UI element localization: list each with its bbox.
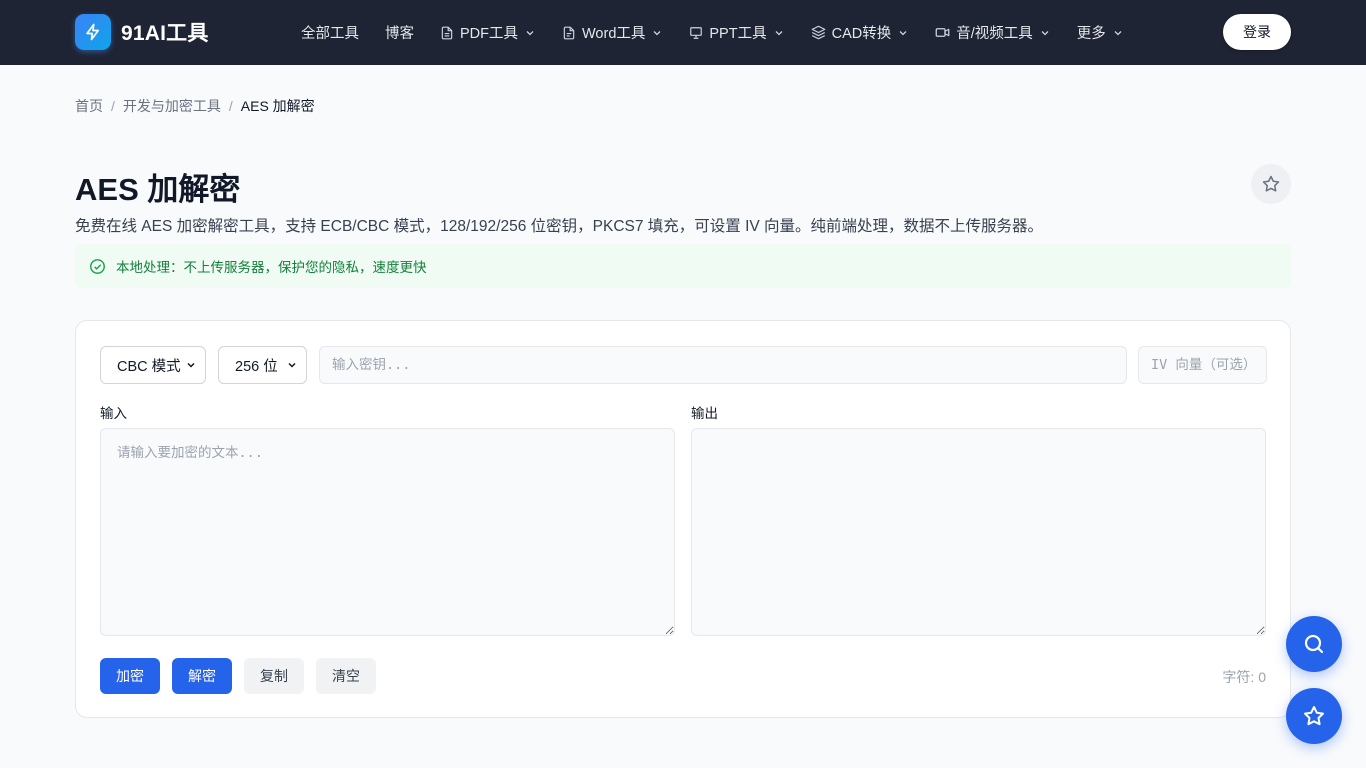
file-text-icon [562,26,576,40]
privacy-notice: 本地处理：不上传服务器，保护您的隐私，速度更快 [75,244,1291,288]
mode-select[interactable]: CBC 模式 [100,346,206,384]
output-textarea[interactable] [691,428,1266,636]
char-count: 字符: 0 [1222,669,1266,685]
nav-blog[interactable]: 博客 [385,22,414,43]
output-label: 输出 [691,406,718,421]
logo-text: 91AI工具 [121,22,209,45]
nav-label: PPT工具 [709,26,767,42]
main-nav: 全部工具 博客 PDF工具 Word工具 PPT工具 CAD转换 音/视频工具 [301,0,1150,65]
aes-tool-card: CBC 模式 256 位 输入 输出 加密 解密 复制 清空 字符: 0 [75,320,1291,718]
nav-ppt-tools[interactable]: PPT工具 [689,22,784,43]
clear-button[interactable]: 清空 [316,658,376,694]
favorite-fab[interactable] [1286,688,1342,744]
breadcrumb-category[interactable]: 开发与加密工具 [123,96,221,116]
login-button[interactable]: 登录 [1223,14,1291,50]
key-size-select[interactable]: 256 位 [218,346,307,384]
nav-label: PDF工具 [460,26,518,42]
chevron-down-icon [651,27,663,39]
chevron-down-icon [524,27,536,39]
nav-label: 音/视频工具 [956,26,1033,42]
copy-button[interactable]: 复制 [244,658,304,694]
layers-icon [811,25,826,40]
search-icon [1302,632,1326,656]
nav-all-tools[interactable]: 全部工具 [301,22,359,43]
nav-more[interactable]: 更多 [1077,22,1124,43]
lightning-icon [75,14,111,50]
video-icon [935,25,950,40]
breadcrumb: 首页 / 开发与加密工具 / AES 加解密 [75,96,315,116]
chevron-down-icon [1039,27,1051,39]
chevron-down-icon [286,359,298,371]
input-textarea[interactable] [100,428,675,636]
chevron-down-icon [1112,27,1124,39]
decrypt-button[interactable]: 解密 [172,658,232,694]
breadcrumb-home[interactable]: 首页 [75,96,103,116]
nav-label: Word工具 [582,26,646,42]
nav-label: CAD转换 [831,26,892,42]
privacy-notice-text: 本地处理：不上传服务器，保护您的隐私，速度更快 [116,260,427,275]
encrypt-button[interactable]: 加密 [100,658,160,694]
breadcrumb-current: AES 加解密 [240,98,315,114]
file-icon [440,26,454,40]
star-icon [1261,174,1281,194]
star-icon [1302,704,1326,728]
nav-cad-convert[interactable]: CAD转换 [811,22,910,43]
favorite-button[interactable] [1251,164,1291,204]
check-circle-icon [89,258,106,275]
page-description: 免费在线 AES 加密解密工具，支持 ECB/CBC 模式，128/192/25… [75,218,1044,235]
iv-input[interactable] [1138,346,1267,384]
breadcrumb-separator: / [228,98,233,114]
logo[interactable]: 91AI工具 [75,14,209,50]
breadcrumb-separator: / [111,98,115,114]
chevron-down-icon [185,359,197,371]
nav-label: 更多 [1076,26,1106,42]
top-navbar: 91AI工具 全部工具 博客 PDF工具 Word工具 PPT工具 CAD转换 [0,0,1366,65]
key-input[interactable] [319,346,1127,384]
chevron-down-icon [773,27,785,39]
presentation-icon [689,26,703,40]
nav-label: 全部工具 [301,26,359,42]
key-size-select-value: 256 位 [235,358,278,375]
nav-label: 博客 [385,26,414,42]
chevron-down-icon [897,27,909,39]
mode-select-value: CBC 模式 [117,358,181,375]
nav-pdf-tools[interactable]: PDF工具 [440,22,536,43]
nav-word-tools[interactable]: Word工具 [562,22,663,43]
search-fab[interactable] [1286,616,1342,672]
input-label: 输入 [100,406,127,421]
nav-audio-video-tools[interactable]: 音/视频工具 [935,22,1051,43]
page-title: AES 加解密 [75,172,241,207]
